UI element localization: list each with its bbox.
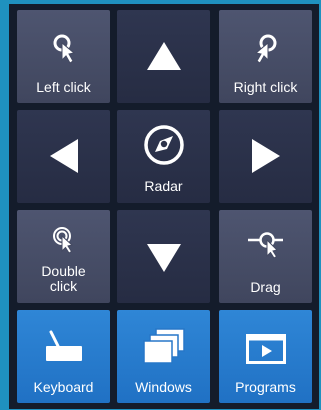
radar-label: Radar bbox=[144, 178, 183, 194]
drag-button[interactable]: Drag bbox=[219, 210, 312, 303]
move-left-button[interactable] bbox=[17, 110, 110, 203]
keyboard-icon bbox=[17, 330, 110, 364]
left-click-label: Left click bbox=[36, 79, 91, 95]
keyboard-label: Keyboard bbox=[33, 379, 94, 395]
double-click-button[interactable]: Double click bbox=[17, 210, 110, 303]
windows-stack-icon bbox=[117, 328, 210, 366]
cursor-click-icon bbox=[219, 32, 312, 64]
programs-icon bbox=[219, 334, 312, 364]
programs-label: Programs bbox=[235, 379, 296, 395]
right-click-button[interactable]: Right click bbox=[219, 10, 312, 103]
remote-control-panel: Left click Right click Radar Double clic… bbox=[9, 4, 319, 409]
windows-button[interactable]: Windows bbox=[117, 310, 210, 403]
arrow-right-icon bbox=[219, 139, 312, 173]
cursor-click-icon bbox=[17, 32, 110, 64]
programs-button[interactable]: Programs bbox=[219, 310, 312, 403]
radar-icon bbox=[117, 124, 210, 166]
cursor-double-click-icon bbox=[17, 226, 110, 254]
double-click-label-line2: click bbox=[49, 278, 78, 294]
move-down-button[interactable] bbox=[117, 210, 210, 303]
double-click-label-line1: Double bbox=[41, 263, 86, 279]
arrow-left-icon bbox=[17, 139, 110, 173]
move-right-button[interactable] bbox=[219, 110, 312, 203]
radar-button[interactable]: Radar bbox=[117, 110, 210, 203]
left-click-button[interactable]: Left click bbox=[17, 10, 110, 103]
keyboard-button[interactable]: Keyboard bbox=[17, 310, 110, 403]
arrow-up-icon bbox=[117, 42, 210, 70]
move-up-button[interactable] bbox=[117, 10, 210, 103]
windows-label: Windows bbox=[135, 379, 192, 395]
arrow-down-icon bbox=[117, 244, 210, 272]
cursor-drag-icon bbox=[219, 228, 312, 260]
drag-label: Drag bbox=[250, 279, 281, 295]
right-click-label: Right click bbox=[233, 79, 298, 95]
